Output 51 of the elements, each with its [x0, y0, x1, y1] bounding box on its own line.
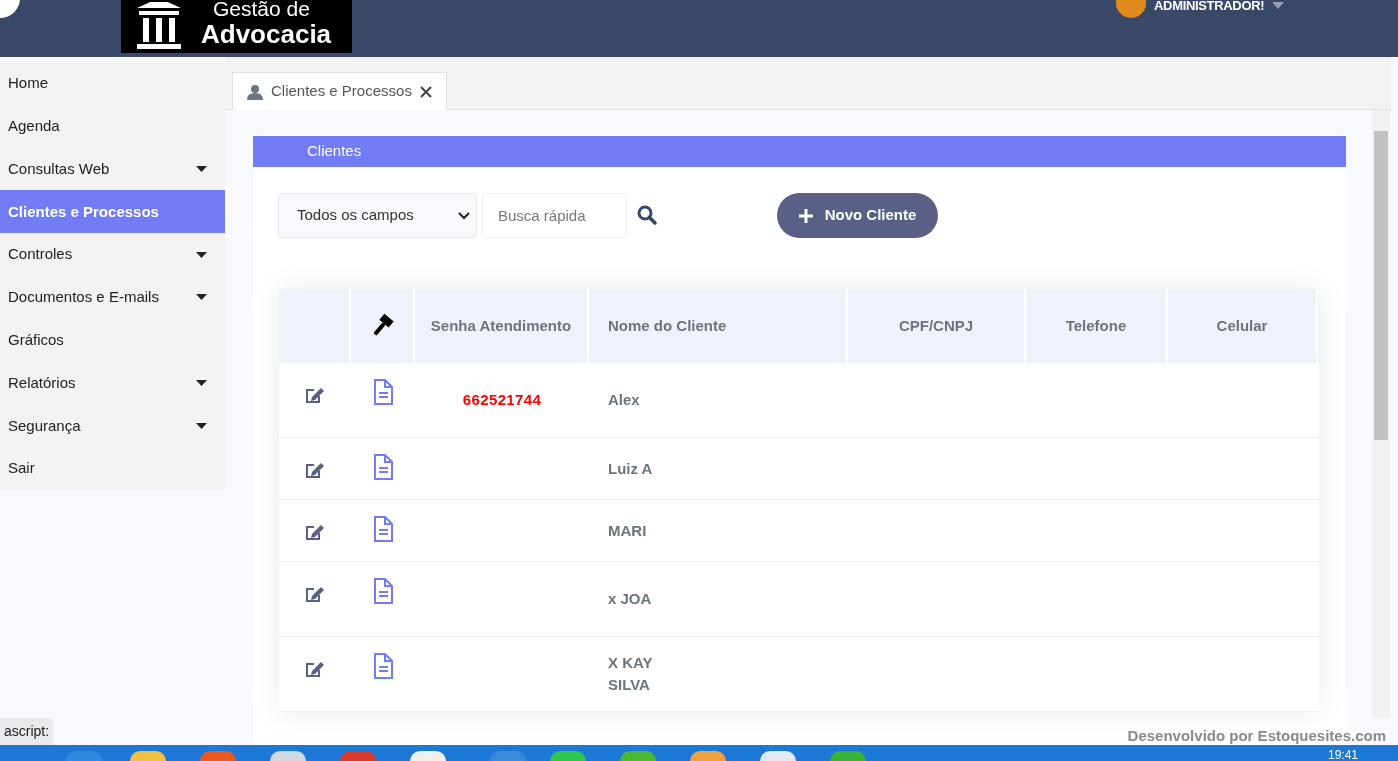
edit-icon[interactable]: [304, 385, 326, 405]
client-name: x JOA: [608, 589, 652, 609]
column-header: Telefone: [1065, 316, 1127, 336]
client-name: MARI: [608, 520, 647, 541]
sidebar-item[interactable]: Segurança: [0, 404, 225, 448]
sidebar-item[interactable]: Documentos e E-mails: [0, 276, 225, 319]
user-icon: [247, 83, 263, 100]
user-name[interactable]: ADMINISTRADOR!: [1154, 0, 1265, 16]
client-name: Alex: [608, 390, 640, 410]
scrollbar[interactable]: [1372, 110, 1390, 718]
edit-icon[interactable]: [304, 522, 326, 542]
sidebar-item[interactable]: Relatórios: [0, 361, 225, 405]
tab[interactable]: Clientes e Processos: [232, 72, 447, 110]
new-client-button[interactable]: Novo Cliente: [777, 193, 938, 238]
footer-text: Desenvolvido por Estoquesites.com: [1127, 726, 1386, 746]
client-name: X KAY SILVA: [608, 653, 653, 695]
edit-icon[interactable]: [304, 460, 326, 480]
sidebar-item[interactable]: Home: [0, 62, 225, 105]
document-icon[interactable]: [373, 454, 393, 480]
ticket-number: 662521744: [462, 389, 542, 410]
sidebar-item[interactable]: Clientes e Processos: [0, 190, 225, 234]
document-icon[interactable]: [373, 578, 393, 604]
edit-icon[interactable]: [304, 584, 326, 604]
sidebar-item[interactable]: Agenda: [0, 104, 225, 148]
panel-title: Clientes: [307, 141, 362, 162]
edit-icon[interactable]: [304, 659, 326, 679]
chevron-icon: [458, 211, 470, 220]
sidebar-item[interactable]: Gráficos: [0, 318, 225, 362]
field-select[interactable]: Todos os campos: [278, 193, 477, 238]
search-field[interactable]: Busca rápida: [482, 193, 627, 238]
close-icon[interactable]: [419, 85, 432, 98]
sidebar-item[interactable]: Controles: [0, 233, 225, 276]
scrollbar-thumb[interactable]: [1374, 131, 1388, 440]
clock: 19:41: [1328, 749, 1359, 761]
document-icon[interactable]: [373, 516, 393, 542]
sidebar-item[interactable]: Consultas Web: [0, 147, 225, 191]
document-icon[interactable]: [373, 653, 393, 679]
sidebar-item[interactable]: Sair: [0, 447, 225, 490]
avatar[interactable]: [1116, 0, 1146, 18]
status-text: ascript:: [0, 718, 54, 745]
column-header: CPF/CNPJ: [898, 316, 974, 336]
column-header: Nome do Cliente: [608, 316, 727, 336]
plus-icon: [798, 208, 813, 223]
column-header: Senha Atendimento: [430, 316, 572, 336]
logo-text: Gestão de: [213, 0, 311, 19]
client-name: Luiz A: [608, 458, 653, 479]
logo-text: Advocacia: [201, 21, 332, 47]
caret-icon[interactable]: [1272, 2, 1285, 10]
document-icon[interactable]: [373, 379, 393, 405]
column-header: Celular: [1216, 316, 1268, 336]
search-icon[interactable]: [637, 205, 657, 225]
